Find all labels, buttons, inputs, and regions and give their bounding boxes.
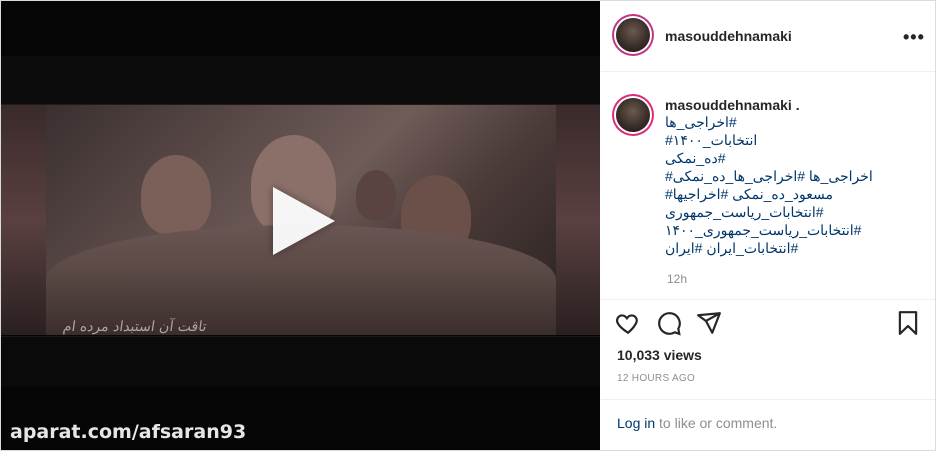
comment-prompt: Log in to like or comment. — [617, 415, 777, 431]
hashtag-line[interactable]: انتخابات_۱۴۰۰# — [665, 131, 915, 149]
caption-timestamp[interactable]: 12h — [667, 272, 687, 286]
letterbox-bottom — [1, 336, 600, 387]
actions-divider — [601, 299, 935, 300]
video-side-right — [556, 105, 600, 335]
caption-username[interactable]: masouddehnamaki . — [665, 97, 800, 113]
caption-avatar[interactable] — [616, 98, 650, 132]
letterbox-top — [1, 56, 600, 105]
hashtag-line[interactable]: #انتخابات_ایران #ایران — [665, 239, 915, 257]
video-watermark: aparat.com/afsaran93 — [10, 421, 247, 443]
hashtag-line[interactable]: مسعود_ده_نمکی #اخراجیها# — [665, 185, 915, 203]
play-icon[interactable] — [273, 187, 335, 255]
avatar[interactable] — [616, 18, 650, 52]
hashtag-line[interactable]: #انتخابات_ریاست_جمهوری_۱۴۰۰ — [665, 221, 915, 239]
login-link[interactable]: Log in — [617, 415, 655, 431]
hashtag-line[interactable]: #انتخابات_ریاست_جمهوری — [665, 203, 915, 221]
comment-divider — [601, 399, 935, 400]
view-count[interactable]: 10,033 views — [617, 347, 702, 363]
figure-back — [356, 170, 396, 220]
action-bar — [601, 310, 935, 340]
post-side-panel: masouddehnamaki ••• masouddehnamaki . #ا… — [601, 1, 935, 450]
header-username[interactable]: masouddehnamaki — [665, 28, 792, 44]
comment-prompt-text: to like or comment. — [655, 415, 778, 431]
caption-hashtags: #اخراجی_ها انتخابات_۱۴۰۰# #ده_نمکی اخراج… — [665, 113, 915, 257]
hashtag-line[interactable]: اخراجی_ها #اخراجی_ها_ده_نمکی# — [665, 167, 915, 185]
video-side-left — [1, 105, 46, 335]
comment-icon[interactable] — [656, 310, 682, 336]
video-player[interactable]: تاقت آن استبداد مرده ام aparat.com/afsar… — [1, 1, 600, 450]
figure-left — [141, 155, 211, 235]
video-overlay-caption: تاقت آن استبداد مرده ام — [61, 319, 208, 335]
post-header: masouddehnamaki ••• — [601, 1, 935, 72]
hashtag-line[interactable]: #اخراجی_ها — [665, 113, 915, 131]
heart-icon[interactable] — [615, 310, 641, 336]
paper-plane-icon[interactable] — [696, 310, 722, 336]
hashtag-line[interactable]: #ده_نمکی — [665, 149, 915, 167]
ellipsis-icon[interactable]: ••• — [903, 27, 925, 48]
bookmark-icon[interactable] — [895, 310, 921, 336]
post-age[interactable]: 12 HOURS AGO — [617, 373, 695, 384]
